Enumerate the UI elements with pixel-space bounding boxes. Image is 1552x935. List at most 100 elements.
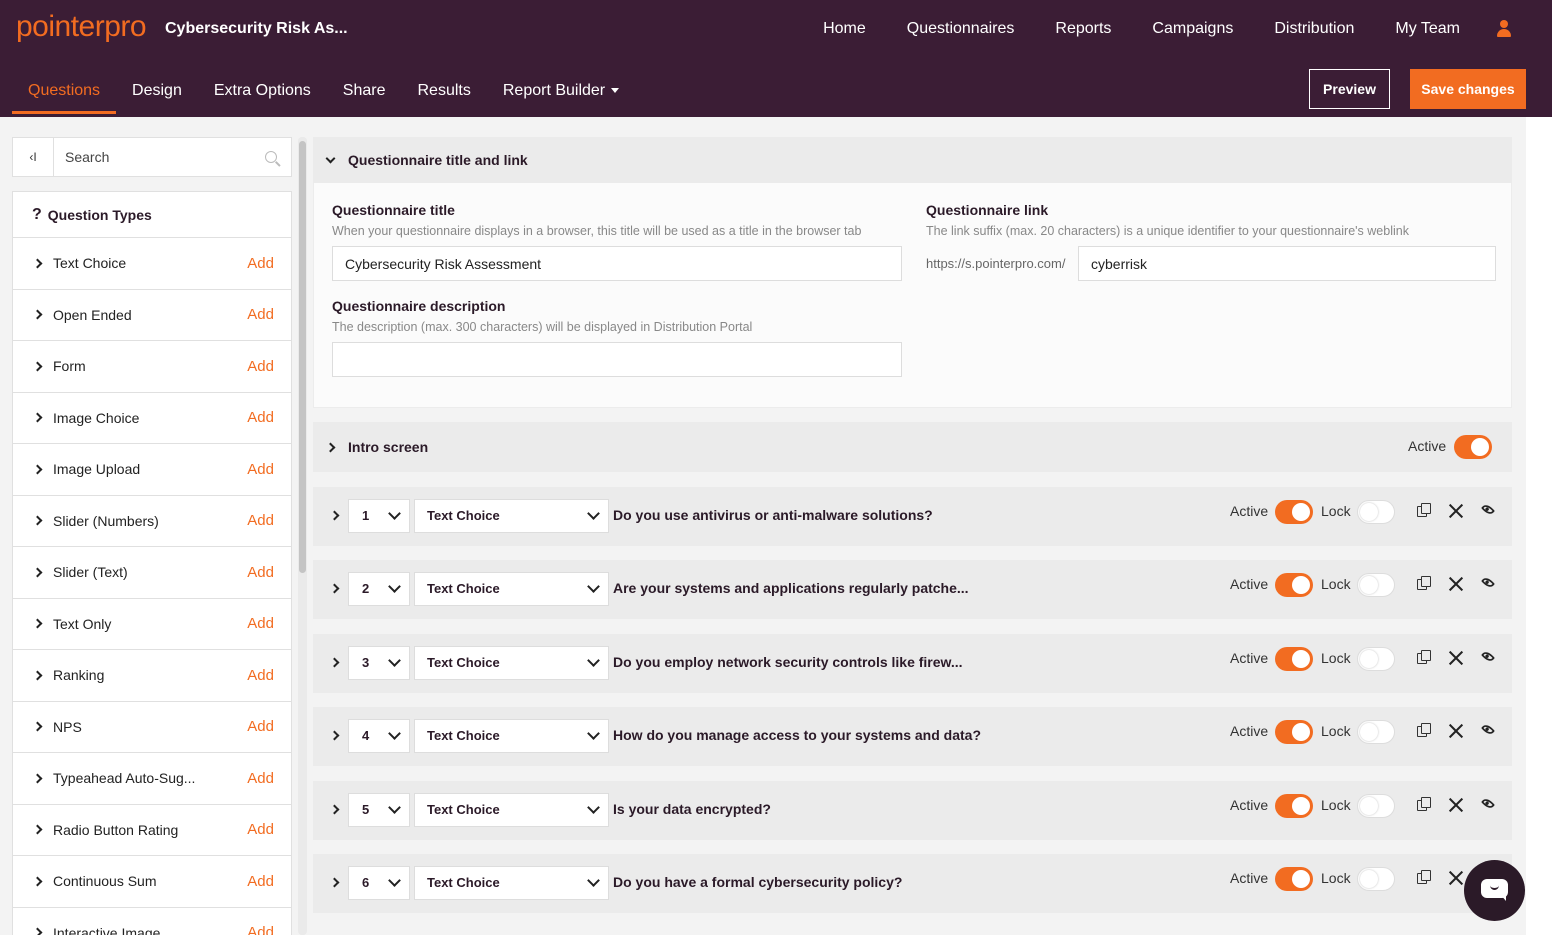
- intro-active-toggle[interactable]: [1454, 435, 1492, 459]
- nav-questionnaires[interactable]: Questionnaires: [907, 20, 1015, 38]
- question-text[interactable]: Do you use antivirus or anti-malware sol…: [613, 507, 933, 523]
- lock-toggle[interactable]: [1357, 499, 1395, 524]
- tab-extra-options[interactable]: Extra Options: [198, 74, 327, 114]
- chat-widget-button[interactable]: [1464, 860, 1525, 921]
- question-type-item[interactable]: Slider (Text) Add: [13, 547, 291, 599]
- question-type-select[interactable]: Text Choice: [414, 719, 609, 753]
- question-type-select[interactable]: Text Choice: [414, 645, 609, 680]
- intro-screen-row[interactable]: Intro screen Active: [313, 422, 1512, 472]
- active-toggle[interactable]: [1275, 867, 1313, 891]
- pointerpro-logo[interactable]: pointerpro: [16, 10, 147, 44]
- tab-report-builder[interactable]: Report Builder: [487, 74, 635, 114]
- nav-home[interactable]: Home: [823, 20, 866, 38]
- lock-toggle[interactable]: [1357, 793, 1395, 818]
- tab-share[interactable]: Share: [327, 74, 402, 114]
- question-text[interactable]: Do you employ network security controls …: [613, 654, 963, 670]
- preview-button[interactable]: Preview: [1309, 69, 1390, 109]
- duplicate-icon[interactable]: [1417, 576, 1431, 590]
- add-question-type-button[interactable]: Add: [247, 512, 274, 529]
- add-question-type-button[interactable]: Add: [247, 821, 274, 838]
- chevron-right-icon[interactable]: [32, 773, 43, 784]
- user-icon[interactable]: [1496, 20, 1512, 38]
- lock-toggle[interactable]: [1357, 573, 1395, 597]
- expand-chevron-icon[interactable]: [329, 583, 340, 594]
- add-question-type-button[interactable]: Add: [247, 770, 274, 787]
- duplicate-icon[interactable]: [1417, 649, 1431, 664]
- question-type-item[interactable]: NPS Add: [13, 702, 291, 753]
- duplicate-icon[interactable]: [1417, 723, 1431, 737]
- delete-icon[interactable]: [1448, 870, 1464, 886]
- question-type-select[interactable]: Text Choice: [414, 498, 609, 533]
- expand-chevron-icon[interactable]: [329, 730, 340, 741]
- question-type-item[interactable]: Image Choice Add: [13, 393, 291, 444]
- question-text[interactable]: Do you have a formal cybersecurity polic…: [613, 874, 902, 890]
- question-text[interactable]: How do you manage access to your systems…: [613, 727, 981, 743]
- question-text[interactable]: Are your systems and applications regula…: [613, 580, 969, 596]
- delete-icon[interactable]: [1448, 576, 1464, 592]
- question-number-select[interactable]: 6: [348, 866, 410, 900]
- tab-results[interactable]: Results: [402, 74, 487, 114]
- question-type-item[interactable]: Typeahead Auto-Sug... Add: [13, 753, 291, 805]
- chevron-right-icon[interactable]: [32, 258, 43, 269]
- question-type-select[interactable]: Text Choice: [414, 792, 609, 827]
- duplicate-icon[interactable]: [1417, 502, 1431, 517]
- question-text[interactable]: Is your data encrypted?: [613, 801, 771, 817]
- chevron-right-icon[interactable]: [32, 721, 43, 732]
- question-type-item[interactable]: Image Upload Add: [13, 444, 291, 496]
- add-question-type-button[interactable]: Add: [247, 358, 274, 375]
- collapse-sidebar-icon[interactable]: ‹I: [13, 138, 54, 176]
- delete-icon[interactable]: [1448, 650, 1464, 666]
- question-type-item[interactable]: Text Only Add: [13, 599, 291, 650]
- preview-eye-icon[interactable]: [1481, 649, 1495, 663]
- active-toggle[interactable]: [1275, 573, 1313, 597]
- expand-chevron-icon[interactable]: [329, 510, 340, 520]
- preview-eye-icon[interactable]: [1481, 502, 1495, 516]
- add-question-type-button[interactable]: Add: [247, 461, 274, 478]
- nav-distribution[interactable]: Distribution: [1274, 20, 1354, 38]
- question-type-item[interactable]: Ranking Add: [13, 650, 291, 702]
- add-question-type-button[interactable]: Add: [247, 255, 274, 272]
- add-question-type-button[interactable]: Add: [247, 409, 274, 426]
- questionnaire-title-input[interactable]: [332, 246, 902, 281]
- preview-eye-icon[interactable]: [1481, 796, 1495, 810]
- question-number-select[interactable]: 5: [348, 792, 410, 827]
- expand-chevron-icon[interactable]: [329, 877, 340, 888]
- add-question-type-button[interactable]: Add: [247, 924, 274, 935]
- chevron-right-icon[interactable]: [32, 309, 43, 320]
- questionnaire-link-input[interactable]: [1078, 246, 1496, 281]
- question-type-item[interactable]: Interactive Image Add: [13, 908, 291, 935]
- sidebar-scrollbar[interactable]: [298, 137, 307, 935]
- chevron-right-icon[interactable]: [32, 567, 43, 578]
- delete-icon[interactable]: [1448, 503, 1464, 519]
- question-type-item[interactable]: Text Choice Add: [13, 238, 291, 290]
- question-number-select[interactable]: 1: [348, 498, 410, 533]
- add-question-type-button[interactable]: Add: [247, 873, 274, 890]
- duplicate-icon[interactable]: [1417, 870, 1431, 884]
- chevron-right-icon[interactable]: [32, 670, 43, 681]
- preview-eye-icon[interactable]: [1481, 722, 1495, 737]
- lock-toggle[interactable]: [1357, 720, 1395, 744]
- chevron-right-icon[interactable]: [32, 824, 43, 835]
- active-toggle[interactable]: [1275, 646, 1313, 671]
- chevron-right-icon[interactable]: [32, 412, 43, 423]
- expand-chevron-icon[interactable]: [329, 657, 340, 667]
- title-panel-header[interactable]: Questionnaire title and link: [313, 137, 1512, 183]
- nav-my-team[interactable]: My Team: [1395, 20, 1460, 38]
- chevron-right-icon[interactable]: [32, 876, 43, 887]
- question-type-item[interactable]: Radio Button Rating Add: [13, 805, 291, 856]
- add-question-type-button[interactable]: Add: [247, 615, 274, 632]
- active-toggle[interactable]: [1275, 499, 1313, 524]
- save-changes-button[interactable]: Save changes: [1410, 69, 1526, 109]
- add-question-type-button[interactable]: Add: [247, 718, 274, 735]
- tab-questions[interactable]: Questions: [12, 74, 117, 114]
- chevron-right-icon[interactable]: [32, 361, 43, 372]
- question-type-item[interactable]: Form Add: [13, 341, 291, 393]
- scrollbar-thumb[interactable]: [299, 141, 306, 573]
- chevron-right-icon[interactable]: [32, 515, 43, 526]
- question-number-select[interactable]: 4: [348, 719, 410, 753]
- search-input[interactable]: [54, 138, 251, 176]
- active-toggle[interactable]: [1275, 720, 1313, 744]
- tab-design[interactable]: Design: [116, 74, 198, 114]
- question-number-select[interactable]: 2: [348, 572, 410, 606]
- question-number-select[interactable]: 3: [348, 645, 410, 680]
